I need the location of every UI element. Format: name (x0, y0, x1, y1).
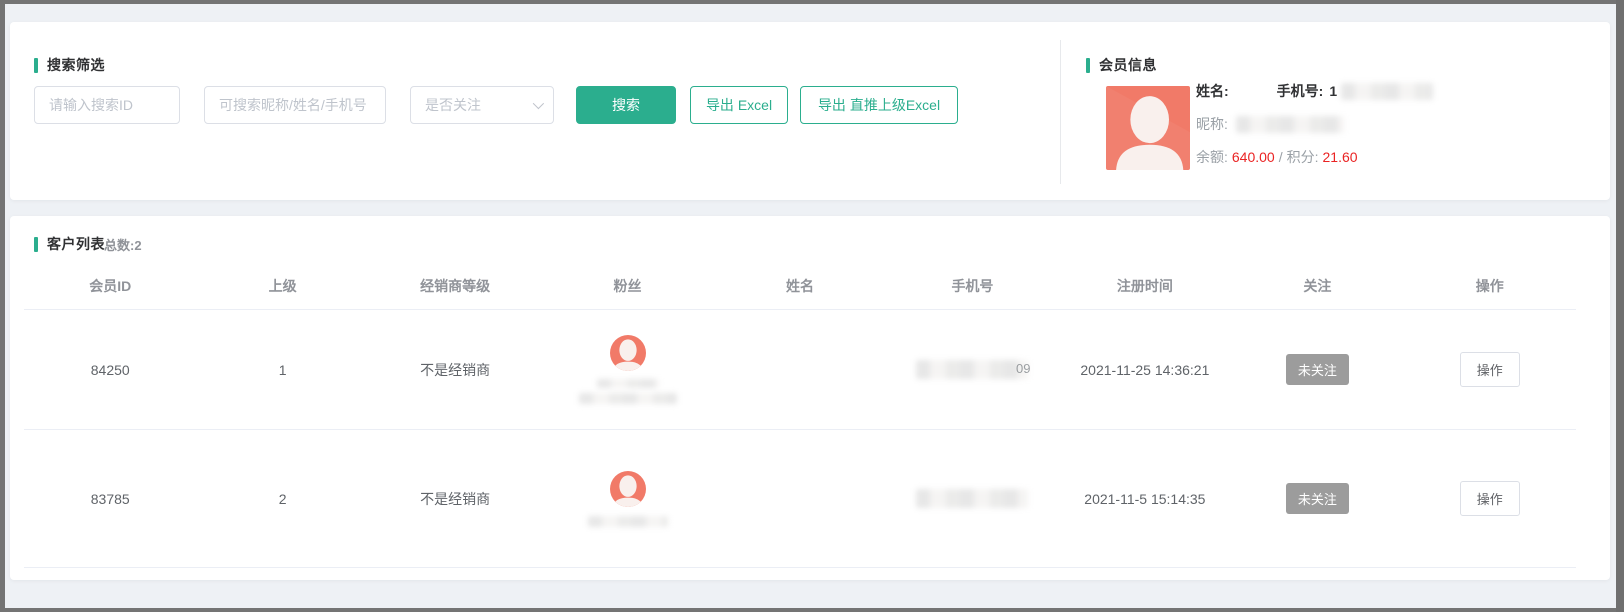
cell-parent: 2 (279, 491, 287, 507)
chevron-down-icon (533, 98, 544, 109)
page-background: 搜索筛选 是否关注 搜索 导出 Excel 导出 直推上级Excel (5, 4, 1616, 608)
title-accent-bar (34, 237, 38, 252)
col-action: 操作 (1476, 276, 1504, 296)
clipped-right-edge (1616, 0, 1624, 612)
member-info-title-text: 会员信息 (1099, 55, 1157, 75)
col-name: 姓名 (786, 276, 814, 296)
member-name-phone-line: 姓名: 手机号: 1 (1196, 80, 1576, 102)
title-accent-bar (1086, 58, 1090, 73)
member-avatar (1106, 86, 1190, 170)
search-button[interactable]: 搜索 (576, 86, 676, 124)
phone-redacted-blur (916, 360, 1028, 379)
title-accent-bar (34, 58, 38, 73)
col-register-time: 注册时间 (1117, 276, 1173, 296)
member-balance-line: 余额: 640.00 / 积分: 21.60 (1196, 146, 1576, 168)
points-value: 21.60 (1323, 149, 1358, 165)
cell-dealer-level: 不是经销商 (420, 489, 490, 509)
user-avatar-icon (610, 471, 646, 507)
row-action-button[interactable]: 操作 (1460, 481, 1520, 516)
cell-fan (579, 335, 677, 404)
member-details: 姓名: 手机号: 1 昵称: 余额: 640.00 / 积分: (1196, 80, 1576, 179)
balance-value: 640.00 (1232, 149, 1275, 165)
cell-register-time: 2021-11-5 15:14:35 (1084, 491, 1205, 507)
phone-redacted-blur (916, 489, 1028, 508)
cell-phone (916, 489, 1028, 508)
table-header-row: 会员ID 上级 经销商等级 粉丝 姓名 手机号 注册时间 关注 操作 (24, 262, 1576, 310)
user-avatar-icon (610, 335, 646, 371)
fan-avatar (610, 471, 646, 507)
fan-nickname-blur (588, 516, 668, 527)
cell-parent: 1 (279, 362, 287, 378)
row-action-button[interactable]: 操作 (1460, 352, 1520, 387)
phone-visible-fragment: 09 (1016, 361, 1030, 376)
col-member-id: 会员ID (89, 276, 131, 296)
customer-table: 会员ID 上级 经销商等级 粉丝 姓名 手机号 注册时间 关注 操作 84250… (24, 262, 1576, 568)
table-row: 84250 1 不是经销商 (24, 310, 1576, 430)
customer-list-title: 客户列表 (34, 234, 105, 254)
cell-phone: 09 (916, 360, 1028, 379)
search-keyword-input[interactable] (204, 86, 386, 124)
phone-redacted-blur (1341, 83, 1433, 100)
balance-label: 余额: (1196, 147, 1228, 167)
separator: / (1279, 149, 1283, 165)
col-fans: 粉丝 (614, 276, 642, 296)
col-parent: 上级 (269, 276, 297, 296)
search-id-input[interactable] (34, 86, 180, 124)
user-avatar-icon (1106, 86, 1190, 170)
nickname-redacted-blur (1236, 116, 1344, 133)
member-nickname-line: 昵称: (1196, 113, 1576, 135)
follow-filter-value: 是否关注 (425, 95, 481, 115)
table-row: 83785 2 不是经销商 (24, 430, 1576, 568)
points-label: 积分: (1287, 147, 1319, 167)
col-phone: 手机号 (951, 276, 993, 296)
panel-divider (1060, 40, 1061, 184)
cell-member-id: 83785 (91, 491, 130, 507)
name-label: 姓名: (1196, 81, 1229, 101)
follow-status-badge[interactable]: 未关注 (1286, 483, 1349, 514)
customer-list-panel: 客户列表 总数:2 会员ID 上级 经销商等级 粉丝 姓名 手机号 注册时间 关… (10, 216, 1610, 580)
search-filter-title-text: 搜索筛选 (47, 55, 105, 75)
fan-avatar (610, 335, 646, 371)
phone-visible-digit: 1 (1329, 83, 1337, 99)
follow-filter-select[interactable]: 是否关注 (410, 86, 554, 124)
phone-label: 手机号: (1277, 81, 1324, 101)
cell-dealer-level: 不是经销商 (420, 360, 490, 380)
col-dealer-level: 经销商等级 (420, 276, 490, 296)
fan-nickname-blur (597, 379, 659, 388)
nickname-label: 昵称: (1196, 114, 1228, 134)
cell-register-time: 2021-11-25 14:36:21 (1080, 362, 1209, 378)
cell-member-id: 84250 (91, 362, 130, 378)
export-excel-button[interactable]: 导出 Excel (690, 86, 788, 124)
window-frame: 搜索筛选 是否关注 搜索 导出 Excel 导出 直推上级Excel (0, 0, 1624, 612)
cell-fan (588, 471, 668, 527)
export-parent-excel-button[interactable]: 导出 直推上级Excel (800, 86, 958, 124)
fan-nickname-blur (579, 393, 677, 404)
follow-status-badge[interactable]: 未关注 (1286, 354, 1349, 385)
total-count: 总数:2 (104, 235, 142, 254)
top-panel: 搜索筛选 是否关注 搜索 导出 Excel 导出 直推上级Excel (10, 22, 1610, 200)
search-filter-title: 搜索筛选 (34, 55, 105, 75)
search-controls: 是否关注 搜索 导出 Excel 导出 直推上级Excel (10, 86, 1060, 124)
customer-list-title-text: 客户列表 (47, 234, 105, 254)
col-follow: 关注 (1303, 276, 1331, 296)
member-info-title: 会员信息 (1086, 55, 1157, 75)
